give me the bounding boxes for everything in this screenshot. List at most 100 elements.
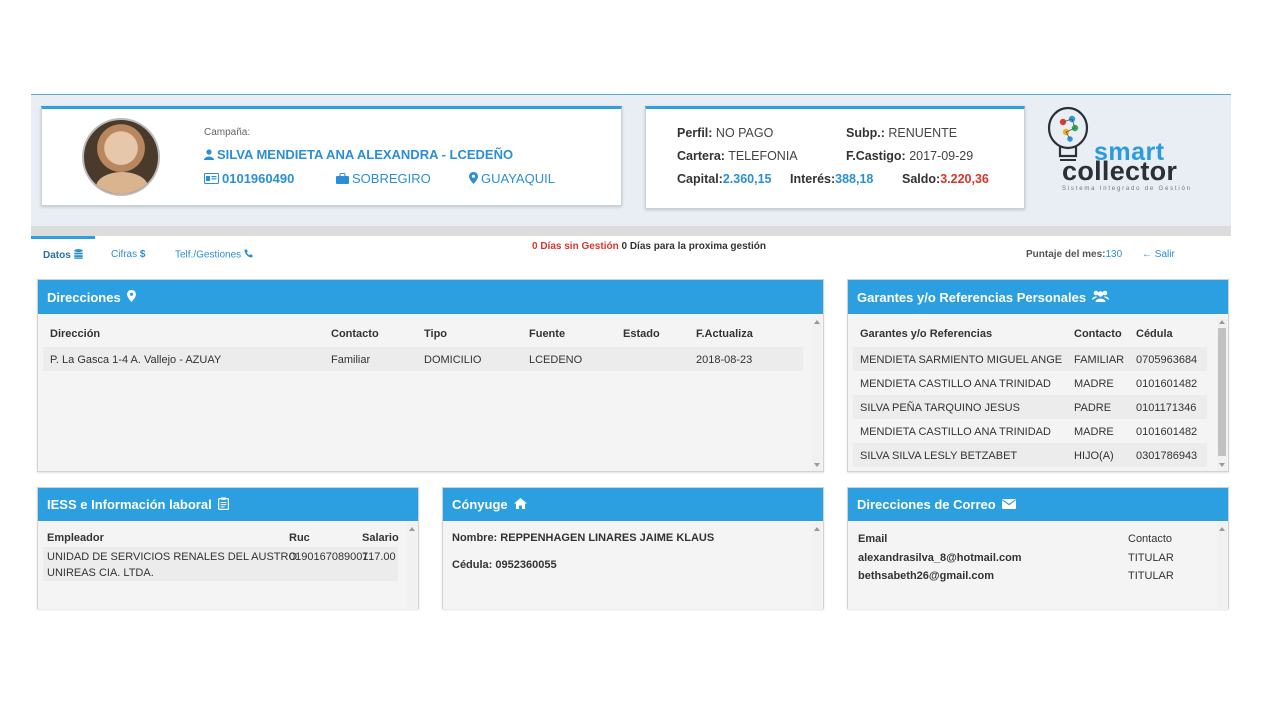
logo-tagline: Sistema Integrado de Gestión (1062, 186, 1192, 192)
iess-title: IESS e Información laboral (47, 497, 212, 512)
tab-cifras[interactable]: Cifras $ (111, 249, 145, 260)
cell-fuente: LCEDENO (529, 354, 583, 366)
iess-panel: IESS e Información laboral Empleador Ruc… (37, 487, 419, 609)
correo-title: Direcciones de Correo (857, 497, 996, 512)
campaign-label: Campaña: (204, 127, 251, 138)
envelope-icon (1001, 497, 1016, 512)
client-name: SILVA MENDIETA ANA ALEXANDRA - LCEDEÑO (204, 147, 513, 163)
subproduct: Subp.: RENUENTE (846, 126, 958, 140)
scroll-up-icon[interactable] (814, 320, 820, 324)
avatar (82, 118, 160, 196)
email-2-contacto: TITULAR (1128, 570, 1174, 582)
scroll-up-icon[interactable] (1219, 527, 1225, 531)
correo-scrollbar[interactable] (1217, 523, 1227, 608)
col-garantes: Garantes y/o Referencias (860, 328, 993, 340)
scroll-up-icon[interactable] (409, 527, 415, 531)
client-city-text: GUAYAQUIL (481, 171, 555, 186)
cell-cedula: 0101601482 (1136, 378, 1198, 390)
email-2[interactable]: bethsabeth26@gmail.com (858, 570, 994, 582)
table-row[interactable]: P. La Gasca 1-4 A. Vallejo - AZUAY Famil… (43, 347, 803, 371)
conyuge-header: Cónyuge (443, 488, 823, 521)
conyuge-panel: Cónyuge Nombre: REPPENHAGEN LINARES JAIM… (442, 487, 824, 609)
iess-scrollbar[interactable] (407, 523, 417, 608)
col-salario: Salario (362, 532, 399, 544)
client-id: 0101960490 (204, 171, 294, 187)
cell-tipo: DOMICILIO (424, 354, 482, 366)
scroll-thumb[interactable] (1218, 328, 1226, 456)
correo-header: Direcciones de Correo (848, 488, 1228, 521)
garantes-title: Garantes y/o Referencias Personales (857, 289, 1087, 305)
col-cedula: Cédula (1136, 328, 1173, 340)
client-name-text: SILVA MENDIETA ANA ALEXANDRA - LCEDEÑO (217, 147, 514, 162)
col-factualiza: F.Actualiza (696, 328, 753, 340)
cell-contacto: MADRE (1074, 426, 1114, 438)
garantes-header: Garantes y/o Referencias Personales (848, 280, 1228, 314)
col-ruc: Ruc (289, 532, 310, 544)
garantes-scrollbar[interactable] (1217, 316, 1227, 471)
tab-telf-label: Telf./Gestiones (175, 249, 242, 261)
arrow-left-icon: ← (1142, 249, 1152, 260)
scroll-up-icon[interactable] (814, 527, 820, 531)
garantes-panel: Garantes y/o Referencias Personales Gara… (847, 279, 1229, 472)
client-id-text: 0101960490 (222, 171, 295, 186)
briefcase-icon (336, 172, 349, 187)
cell-cedula: 0101601482 (1136, 426, 1198, 438)
iess-header: IESS e Información laboral (38, 488, 418, 521)
cell-contacto: MADRE (1074, 378, 1114, 390)
scroll-up-icon[interactable] (1219, 320, 1225, 324)
map-marker-icon (469, 172, 478, 187)
days-next-management: 0 Días para la proxima gestión (621, 241, 766, 252)
phone-icon (244, 249, 253, 261)
table-row[interactable]: MENDIETA CASTILLO ANA TRINIDAD MADRE 010… (853, 419, 1207, 443)
conyuge-name-value: REPPENHAGEN LINARES JAIME KLAUS (500, 532, 715, 544)
conyuge-cedula-label: Cédula: (452, 559, 493, 571)
users-icon (1092, 290, 1110, 305)
cell-cedula: 0301786943 (1136, 450, 1198, 462)
cell-salario: 717.00 (362, 551, 396, 563)
exit-label: Salir (1154, 249, 1175, 260)
scroll-down-icon[interactable] (1219, 463, 1225, 467)
conyuge-scrollbar[interactable] (812, 523, 822, 608)
correo-panel: Direcciones de Correo Email Contacto ale… (847, 487, 1229, 609)
logo-word-collector: collector (1062, 156, 1178, 186)
cell-factualiza: 2018-08-23 (696, 354, 753, 366)
database-icon (73, 249, 83, 262)
cell-garante: MENDIETA CASTILLO ANA TRINIDAD (860, 378, 1051, 390)
table-row[interactable]: SILVA SILVA LESLY BETZABET HIJO(A) 03017… (853, 443, 1207, 467)
cell-empleador-line1: UNIDAD DE SERVICIOS RENALES DEL AUSTRO (47, 551, 298, 563)
conyuge-title: Cónyuge (452, 497, 508, 512)
cell-direccion: P. La Gasca 1-4 A. Vallejo - AZUAY (50, 354, 222, 366)
table-row[interactable]: SILVA PEÑA TARQUINO JESUS PADRE 01011713… (853, 395, 1207, 419)
exit-button[interactable]: ← Salir (1142, 249, 1175, 260)
cell-garante: SILVA SILVA LESLY BETZABET (860, 450, 1018, 462)
tab-cifras-label: Cifras (111, 249, 138, 260)
col-estado: Estado (623, 328, 660, 340)
capital: Capital:2.360,15 (677, 172, 772, 186)
scroll-down-icon[interactable] (814, 463, 820, 467)
client-product: SOBREGIRO (336, 171, 431, 187)
perfil: Perfil: NO PAGO (677, 126, 774, 140)
cell-garante: MENDIETA CASTILLO ANA TRINIDAD (860, 426, 1051, 438)
tab-datos[interactable]: Datos (43, 249, 86, 262)
cell-contacto: PADRE (1074, 402, 1112, 414)
smart-collector-logo: smart collector Sistema Integrado de Ges… (1046, 106, 1226, 198)
user-icon (204, 148, 214, 163)
table-row[interactable]: MENDIETA SARMIENTO MIGUEL ANGE FAMILIAR … (853, 347, 1207, 371)
table-row[interactable]: UNIDAD DE SERVICIOS RENALES DEL AUSTRO U… (43, 547, 398, 581)
dollar-icon: $ (139, 249, 146, 260)
client-city: GUAYAQUIL (469, 171, 555, 187)
conyuge-cedula: Cédula: 0952360055 (452, 559, 557, 571)
id-card-icon (204, 172, 219, 187)
clipboard-icon (217, 496, 229, 513)
direcciones-panel: Direcciones Dirección Contacto Tipo Fuen… (37, 279, 824, 472)
tab-telf-gestiones[interactable]: Telf./Gestiones (175, 249, 256, 261)
email-1[interactable]: alexandrasilva_8@hotmail.com (858, 552, 1022, 564)
direcciones-scrollbar[interactable] (812, 316, 822, 471)
cell-contacto: Familiar (331, 354, 371, 366)
cell-contacto: HIJO(A) (1074, 450, 1114, 462)
client-profile-card: Campaña: SILVA MENDIETA ANA ALEXANDRA - … (41, 106, 622, 206)
col-empleador: Empleador (47, 532, 104, 544)
table-row[interactable]: MENDIETA CASTILLO ANA TRINIDAD MADRE 010… (853, 371, 1207, 395)
score-label: Puntaje del mes: (1026, 249, 1106, 260)
map-marker-icon (126, 289, 136, 305)
